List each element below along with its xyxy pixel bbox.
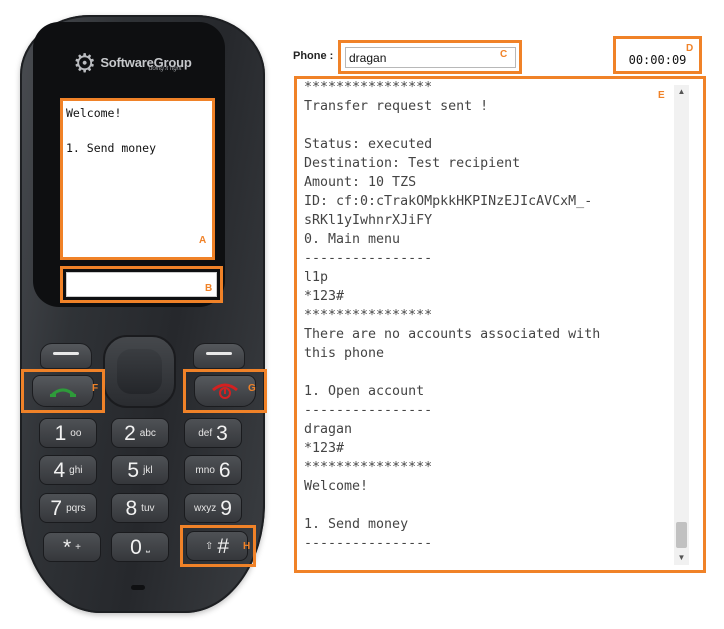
key-star[interactable]: * + — [43, 532, 101, 562]
label-e: E — [658, 90, 665, 101]
shift-icon: ⇧ — [204, 540, 214, 552]
phone-input-field[interactable] — [66, 272, 217, 297]
key-3-letters: def — [198, 427, 213, 439]
key-2[interactable]: 2 abc — [111, 418, 169, 448]
key-hash[interactable]: # ⇧ — [186, 531, 248, 561]
key-6[interactable]: 6 mno — [184, 455, 242, 485]
right-softkey[interactable] — [193, 343, 245, 369]
key-9-letters: wxyz — [194, 502, 217, 514]
space-icon: ⎵ — [145, 541, 150, 553]
key-star-letters: + — [75, 541, 82, 553]
label-f: F — [92, 383, 99, 394]
key-7-number: 7 — [50, 496, 63, 520]
key-5[interactable]: 5 jkl — [111, 455, 169, 485]
session-timer: 00:00:09 — [613, 36, 702, 74]
key-1[interactable]: 1 oo — [39, 418, 97, 448]
scroll-down-icon[interactable]: ▼ — [674, 551, 689, 565]
nav-select-button[interactable] — [117, 349, 162, 394]
gear-logo-icon: ⚙ — [73, 47, 97, 78]
timer-value: 00:00:09 — [628, 53, 687, 67]
key-star-symbol: * — [62, 535, 72, 559]
phone-input-area[interactable] — [60, 266, 223, 303]
key-9[interactable]: 9 wxyz — [184, 493, 242, 523]
session-log-text: **************** Transfer request sent !… — [304, 80, 601, 551]
phone-number-input[interactable] — [345, 47, 516, 68]
logo-tagline: doing it right — [149, 66, 182, 72]
phone-field-frame — [338, 40, 522, 74]
end-call-icon — [212, 383, 238, 399]
key-6-letters: mno — [195, 464, 215, 476]
scroll-up-icon[interactable]: ▲ — [674, 85, 689, 99]
log-scrollbar[interactable]: ▲ ▼ — [674, 85, 689, 565]
key-6-number: 6 — [218, 458, 231, 482]
speaker-grille — [131, 585, 145, 590]
brand-logo: ⚙ SoftwareGroup doing it right — [73, 45, 213, 80]
key-5-number: 5 — [127, 458, 140, 482]
key-9-number: 9 — [220, 496, 232, 520]
navigation-pad[interactable] — [103, 335, 176, 408]
phone-field-label: Phone : — [293, 50, 334, 62]
left-softkey[interactable] — [40, 343, 92, 369]
key-3-number: 3 — [216, 421, 228, 445]
key-5-letters: jkl — [143, 464, 153, 476]
key-8[interactable]: 8 tuv — [111, 493, 169, 523]
label-h: H — [243, 541, 251, 552]
call-icon — [49, 388, 77, 398]
label-a: A — [199, 235, 207, 246]
key-hash-symbol: # — [217, 534, 230, 558]
key-2-letters: abc — [139, 427, 156, 439]
phone-display: Welcome! 1. Send money — [60, 98, 215, 260]
key-7-letters: pqrs — [66, 502, 86, 514]
key-1-number: 1 — [54, 421, 67, 445]
key-7[interactable]: 7 pqrs — [39, 493, 97, 523]
key-3[interactable]: 3 def — [184, 418, 242, 448]
key-8-letters: tuv — [141, 502, 155, 514]
label-b: B — [205, 283, 213, 294]
voicemail-icon: oo — [70, 427, 82, 439]
key-2-number: 2 — [124, 421, 136, 445]
label-c: C — [500, 49, 508, 60]
label-d: D — [686, 43, 694, 54]
key-0[interactable]: 0 ⎵ — [111, 532, 169, 562]
key-4[interactable]: 4 ghi — [39, 455, 97, 485]
session-log[interactable]: **************** Transfer request sent !… — [294, 76, 706, 573]
key-4-number: 4 — [53, 458, 66, 482]
key-4-letters: ghi — [69, 464, 83, 476]
label-g: G — [248, 383, 256, 394]
key-0-number: 0 — [130, 535, 142, 559]
key-8-number: 8 — [125, 496, 138, 520]
scrollbar-thumb[interactable] — [676, 522, 687, 548]
